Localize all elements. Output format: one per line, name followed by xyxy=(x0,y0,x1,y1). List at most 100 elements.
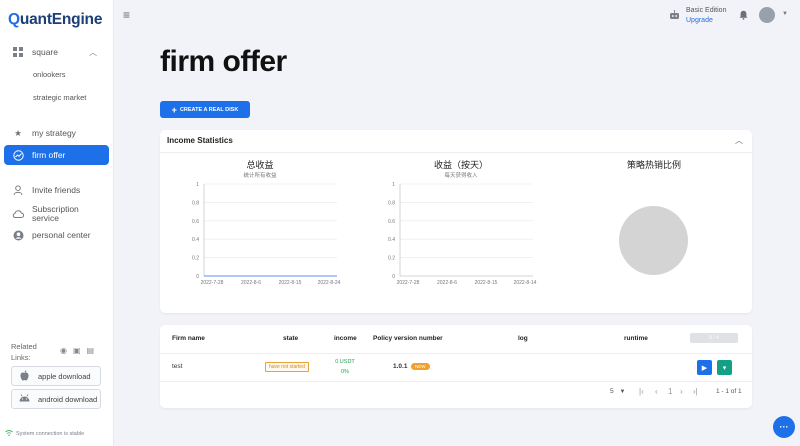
sidebar-item-label: my strategy xyxy=(32,128,76,138)
sidebar-item-label: firm offer xyxy=(32,150,66,160)
github-icon[interactable]: ◉ xyxy=(60,346,67,355)
pie-chart-empty xyxy=(619,206,688,275)
rows-per-page-select[interactable]: 5 ▼ xyxy=(610,388,625,395)
divider xyxy=(160,152,752,153)
column-header: Firm name xyxy=(172,335,205,342)
caret-down-icon: ▼ xyxy=(619,389,626,395)
chevron-down-icon: ▾ xyxy=(722,364,727,372)
y-tick-label: 0.2 xyxy=(388,256,395,262)
x-tick-label: 2022-8-6 xyxy=(241,280,261,286)
x-tick-label: 2022-8-15 xyxy=(475,280,498,286)
divider xyxy=(160,381,752,382)
chart-title-strategy-share: 策略热销比例 xyxy=(626,160,681,170)
play-icon: ▶ xyxy=(701,364,708,372)
cell-income: 0 USDT 0% xyxy=(332,357,358,377)
sidebar-item-strategic-market[interactable]: strategic market xyxy=(33,93,86,102)
related-links: ◉ ▣ ▤ xyxy=(60,346,94,355)
column-header: runtime xyxy=(624,335,648,342)
x-tick-label: 2022-8-15 xyxy=(279,280,302,286)
cell-firm-name: test xyxy=(172,363,183,370)
y-tick-label: 1 xyxy=(196,182,199,188)
chart-title-total: 总收益 xyxy=(246,160,274,170)
column-header: log xyxy=(518,335,528,342)
x-tick-label: 2022-7-28 xyxy=(397,280,420,286)
sidebar: QuantEngine square ︿ onlookers strategic… xyxy=(0,0,114,446)
divider xyxy=(160,353,752,354)
y-tick-label: 0.4 xyxy=(192,237,199,243)
app-logo[interactable]: QuantEngine xyxy=(8,11,102,29)
grid-icon xyxy=(12,46,24,58)
sidebar-item-my-strategy[interactable]: ★ my strategy xyxy=(4,123,109,143)
edition-label: Basic Edition xyxy=(686,7,727,14)
chart-circle-icon xyxy=(12,149,24,161)
prev-page-button[interactable]: ‹ xyxy=(655,387,658,396)
more-actions-button[interactable]: ··· xyxy=(773,416,795,438)
x-tick-label: 2022-8-14 xyxy=(514,280,537,286)
android-icon xyxy=(18,394,30,404)
android-download-button[interactable]: android download xyxy=(11,389,101,409)
sidebar-item-subscription[interactable]: Subscription service xyxy=(4,203,109,225)
upgrade-link[interactable]: Upgrade xyxy=(686,16,726,26)
page-title: firm offer xyxy=(160,45,287,78)
android-download-label: android download xyxy=(38,394,98,404)
first-page-button[interactable]: |‹ xyxy=(639,387,644,396)
document-icon[interactable]: ▣ xyxy=(73,346,81,355)
sidebar-item-label: square xyxy=(32,47,58,57)
chart-subtitle-total: 统计所有收益 xyxy=(243,173,277,179)
x-tick-label: 2022-7-28 xyxy=(201,280,224,286)
expand-button[interactable]: ▾ xyxy=(717,360,732,375)
account-circle-icon xyxy=(12,229,24,241)
x-tick-label: 2022-8-6 xyxy=(437,280,457,286)
chevron-up-icon: ︿ xyxy=(89,47,97,57)
pagination-range: 1 - 1 of 1 xyxy=(716,388,742,395)
create-real-disk-button[interactable]: + CREATE A REAL DISK xyxy=(160,101,250,118)
y-tick-label: 0.8 xyxy=(192,200,199,206)
x-tick-label: 2022-8-24 xyxy=(318,280,341,286)
header-chip: 0 / 4 xyxy=(690,333,738,343)
firm-offer-table: Firm name state income Policy version nu… xyxy=(160,325,752,408)
chat-icon[interactable]: ▤ xyxy=(87,346,95,355)
bell-icon[interactable] xyxy=(739,10,748,22)
chart-subtitle-daily: 每天获得收入 xyxy=(444,173,478,179)
edition-info: Basic Edition Upgrade xyxy=(686,6,726,26)
sidebar-item-onlookers[interactable]: onlookers xyxy=(33,70,66,79)
robot-icon[interactable] xyxy=(669,10,680,23)
chevron-up-icon[interactable]: ︿ xyxy=(735,135,743,146)
y-tick-label: 0.2 xyxy=(192,256,199,262)
page-number[interactable]: 1 xyxy=(668,387,672,396)
more-icon: ··· xyxy=(779,422,789,432)
sidebar-item-invite-friends[interactable]: Invite friends xyxy=(4,180,109,200)
last-page-button[interactable]: ›| xyxy=(693,387,698,396)
income-usdt: 0 USDT xyxy=(335,359,355,365)
play-button[interactable]: ▶ xyxy=(697,360,712,375)
column-header: income xyxy=(334,335,357,342)
y-tick-label: 0.6 xyxy=(388,219,395,225)
connection-status: System connection is stable xyxy=(5,430,84,438)
plus-icon: + xyxy=(171,104,177,115)
person-add-icon xyxy=(12,184,24,196)
sidebar-item-label: personal center xyxy=(32,230,91,240)
column-header: state xyxy=(283,335,299,342)
apple-icon xyxy=(18,369,30,383)
y-tick-label: 1 xyxy=(392,182,395,188)
apple-download-label: apple download xyxy=(38,371,91,381)
y-tick-label: 0.4 xyxy=(388,237,395,243)
status-badge: have not started xyxy=(265,362,309,372)
chevron-down-icon[interactable]: ▼ xyxy=(782,11,788,17)
create-button-label: CREATE A REAL DISK xyxy=(179,106,239,113)
apple-download-button[interactable]: apple download xyxy=(11,366,101,386)
menu-icon[interactable]: ≡ xyxy=(123,8,130,22)
sidebar-item-personal-center[interactable]: personal center xyxy=(4,225,109,245)
y-tick-label: 0.6 xyxy=(192,219,199,225)
y-tick-label: 0.8 xyxy=(388,200,395,206)
sidebar-item-firm-offer[interactable]: firm offer xyxy=(4,145,109,165)
income-statistics-card: Income Statistics ︿ 总收益 统计所有收益 0 0.2 0.4 0.… xyxy=(160,130,752,313)
sidebar-item-label: Invite friends xyxy=(32,185,81,195)
related-links-label: Related Links: xyxy=(11,342,37,362)
sidebar-item-square[interactable]: square ︿ xyxy=(4,42,109,62)
avatar[interactable] xyxy=(759,7,775,23)
wifi-icon xyxy=(5,430,13,438)
next-page-button[interactable]: › xyxy=(680,387,683,396)
new-badge: NEW xyxy=(411,363,430,370)
income-percent: 0% xyxy=(341,369,349,375)
